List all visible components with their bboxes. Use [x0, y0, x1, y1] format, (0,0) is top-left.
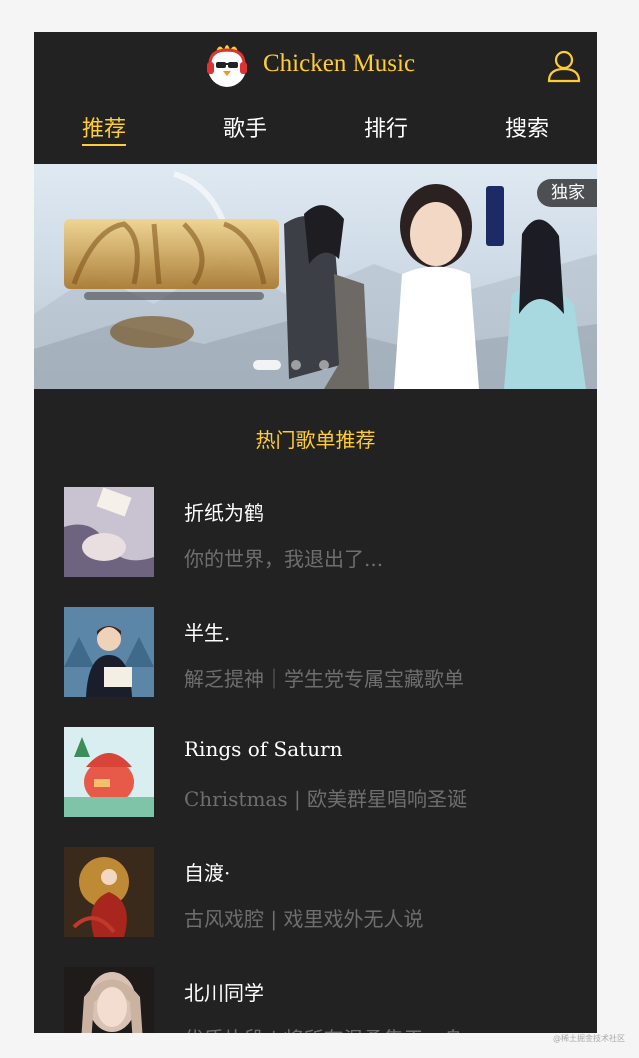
playlist-item[interactable]: 折纸为鹤 你的世界，我退出了... — [34, 487, 597, 577]
playlist-desc: 你的世界，我退出了... — [184, 547, 384, 571]
playlist-desc: 优质片段 | 将所有温柔集于一身 — [184, 1023, 463, 1033]
playlist-cover — [64, 967, 154, 1033]
slider-dot[interactable] — [253, 360, 281, 370]
playlist-name: 半生. — [184, 621, 231, 645]
exclusive-badge: 独家 — [537, 179, 597, 207]
app-title: Chicken Music — [263, 50, 416, 77]
app-header: Chicken Music — [34, 32, 597, 98]
tab-rank[interactable]: 排行 — [346, 112, 426, 148]
tab-label: 推荐 — [81, 117, 126, 146]
watermark: @稀土掘金技术社区 — [553, 1034, 625, 1043]
slider-dot[interactable] — [291, 360, 301, 370]
playlist-name: Rings of Saturn — [184, 737, 343, 761]
tab-singer[interactable]: 歌手 — [205, 112, 285, 148]
playlist-name: 北川同学 — [184, 981, 264, 1005]
tab-search[interactable]: 搜索 — [487, 112, 567, 148]
banner-image — [34, 164, 597, 389]
playlist-item[interactable]: 半生. 解乏提神｜学生党专属宝藏歌单 — [34, 607, 597, 697]
chicken-logo-icon — [207, 45, 247, 87]
banner-slider[interactable]: 独家 — [34, 164, 597, 389]
tab-label: 搜索 — [504, 117, 549, 142]
playlist-item[interactable]: Rings of Saturn Christmas | 欧美群星唱响圣诞 — [34, 727, 597, 817]
playlist-cover — [64, 847, 154, 937]
user-icon[interactable] — [546, 48, 582, 84]
tab-bar: 推荐 歌手 排行 搜索 — [34, 112, 597, 152]
slider-dot[interactable] — [319, 360, 329, 370]
playlist-name: 折纸为鹤 — [184, 501, 264, 525]
tab-label: 歌手 — [222, 117, 267, 142]
section-title: 热门歌单推荐 — [255, 428, 376, 452]
playlist-desc: 解乏提神｜学生党专属宝藏歌单 — [184, 667, 464, 691]
playlist-cover — [64, 487, 154, 577]
playlist-desc: Christmas | 欧美群星唱响圣诞 — [184, 787, 468, 811]
playlist-item[interactable]: 自渡· 古风戏腔 | 戏里戏外无人说 — [34, 847, 597, 937]
playlist-name: 自渡· — [184, 861, 231, 885]
playlist-cover — [64, 607, 154, 697]
playlist-item[interactable]: 北川同学 优质片段 | 将所有温柔集于一身 — [34, 967, 597, 1033]
app-screen: Chicken Music 推荐 歌手 排行 搜索 独家 热门歌单推荐 折纸为鹤… — [34, 32, 597, 1033]
tab-label: 排行 — [363, 117, 408, 142]
playlist-desc: 古风戏腔 | 戏里戏外无人说 — [184, 907, 424, 931]
playlist-cover — [64, 727, 154, 817]
tab-recommend[interactable]: 推荐 — [64, 112, 144, 148]
